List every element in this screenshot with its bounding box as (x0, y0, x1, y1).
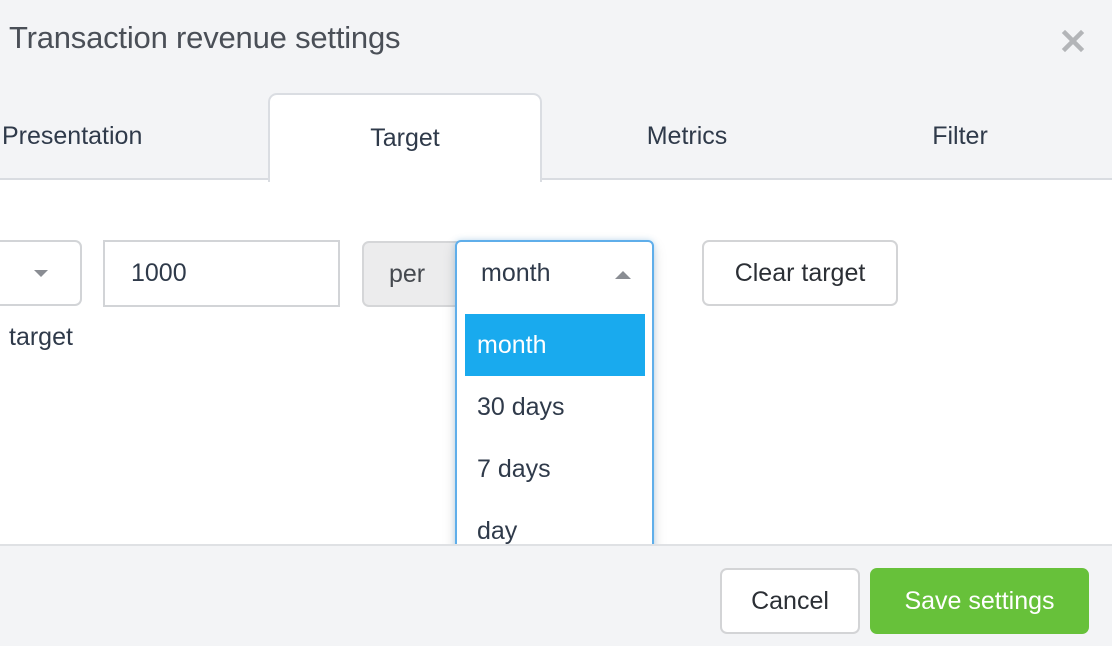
target-value-input[interactable] (103, 240, 340, 307)
period-current-value: month (481, 259, 551, 287)
target-hint-label: target (9, 323, 73, 351)
save-settings-button[interactable]: Save settings (870, 568, 1089, 634)
period-select[interactable]: month month 30 days 7 days day (455, 240, 654, 572)
target-type-select[interactable] (0, 240, 82, 306)
dialog-header: Transaction revenue settings Presentatio… (0, 0, 1112, 182)
period-option-30-days[interactable]: 30 days (465, 376, 645, 438)
caret-down-icon (34, 270, 48, 277)
caret-up-icon (615, 271, 631, 279)
close-button[interactable] (1058, 26, 1088, 56)
clear-target-button[interactable]: Clear target (702, 240, 898, 306)
dialog-footer: Cancel Save settings (0, 544, 1112, 646)
period-select-toggle[interactable]: month (457, 242, 652, 308)
period-option-month[interactable]: month (465, 314, 645, 376)
cancel-button[interactable]: Cancel (720, 568, 860, 634)
per-addon-label: per (362, 241, 462, 307)
period-option-7-days[interactable]: 7 days (465, 438, 645, 500)
tab-metrics[interactable]: Metrics (600, 93, 774, 180)
tab-presentation[interactable]: Presentation (0, 93, 180, 180)
tab-target[interactable]: Target (268, 93, 542, 182)
close-x-icon (1061, 29, 1085, 53)
dialog-title: Transaction revenue settings (9, 20, 401, 55)
tab-filter[interactable]: Filter (880, 93, 1040, 180)
